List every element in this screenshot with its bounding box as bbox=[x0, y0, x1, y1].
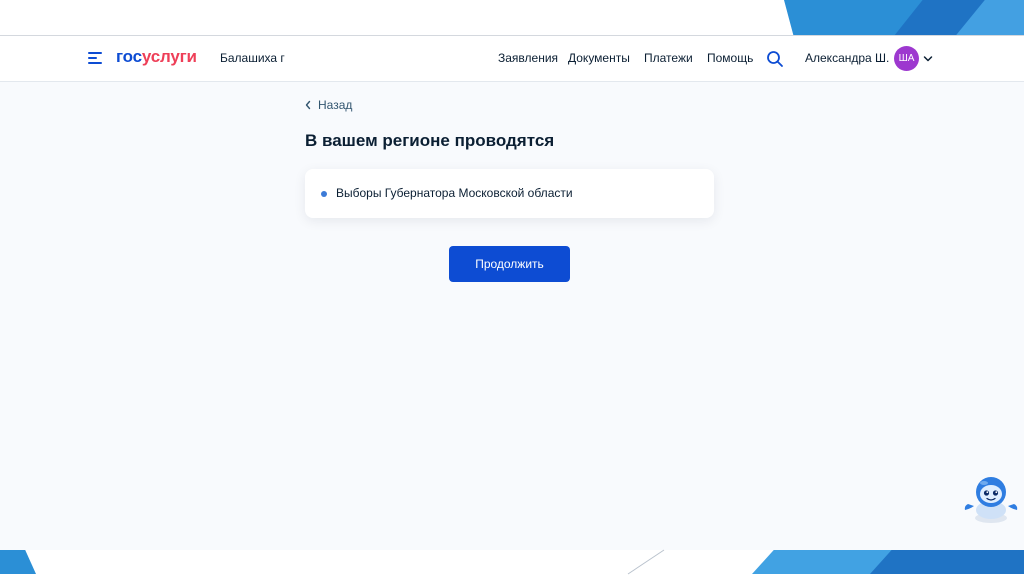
burger-menu-icon[interactable] bbox=[88, 52, 104, 65]
robot-assistant-icon[interactable] bbox=[962, 474, 1020, 524]
region-selector[interactable]: Балашиха г bbox=[220, 51, 285, 65]
page-background bbox=[0, 82, 1024, 550]
chevron-left-icon bbox=[305, 100, 311, 110]
nav-payments[interactable]: Платежи bbox=[644, 51, 693, 65]
search-icon[interactable] bbox=[766, 50, 784, 68]
logo-part-uslugi: услуги bbox=[141, 47, 197, 66]
nav-applications[interactable]: Заявления bbox=[498, 51, 558, 65]
continue-button[interactable]: Продолжить bbox=[449, 246, 570, 282]
list-item: Выборы Губернатора Московской области bbox=[336, 186, 573, 200]
user-name[interactable]: Александра Ш. bbox=[805, 51, 889, 65]
back-link-label: Назад bbox=[318, 98, 353, 112]
elections-card: Выборы Губернатора Московской области bbox=[305, 169, 714, 218]
nav-help[interactable]: Помощь bbox=[707, 51, 753, 65]
list-bullet bbox=[321, 191, 327, 197]
nav-documents[interactable]: Документы bbox=[568, 51, 630, 65]
back-link[interactable]: Назад bbox=[304, 98, 352, 112]
chevron-down-icon[interactable] bbox=[922, 53, 934, 65]
avatar[interactable]: ША bbox=[894, 46, 919, 71]
site-header: госуслуги Балашиха г Заявления Документы… bbox=[0, 36, 1024, 82]
bottom-right-decoration bbox=[870, 550, 1024, 574]
bottom-decoration-line bbox=[627, 549, 665, 575]
page-title: В вашем регионе проводятся bbox=[305, 131, 555, 150]
gosuslugi-logo[interactable]: госуслуги bbox=[116, 47, 197, 67]
logo-part-gos: гос bbox=[116, 47, 142, 66]
